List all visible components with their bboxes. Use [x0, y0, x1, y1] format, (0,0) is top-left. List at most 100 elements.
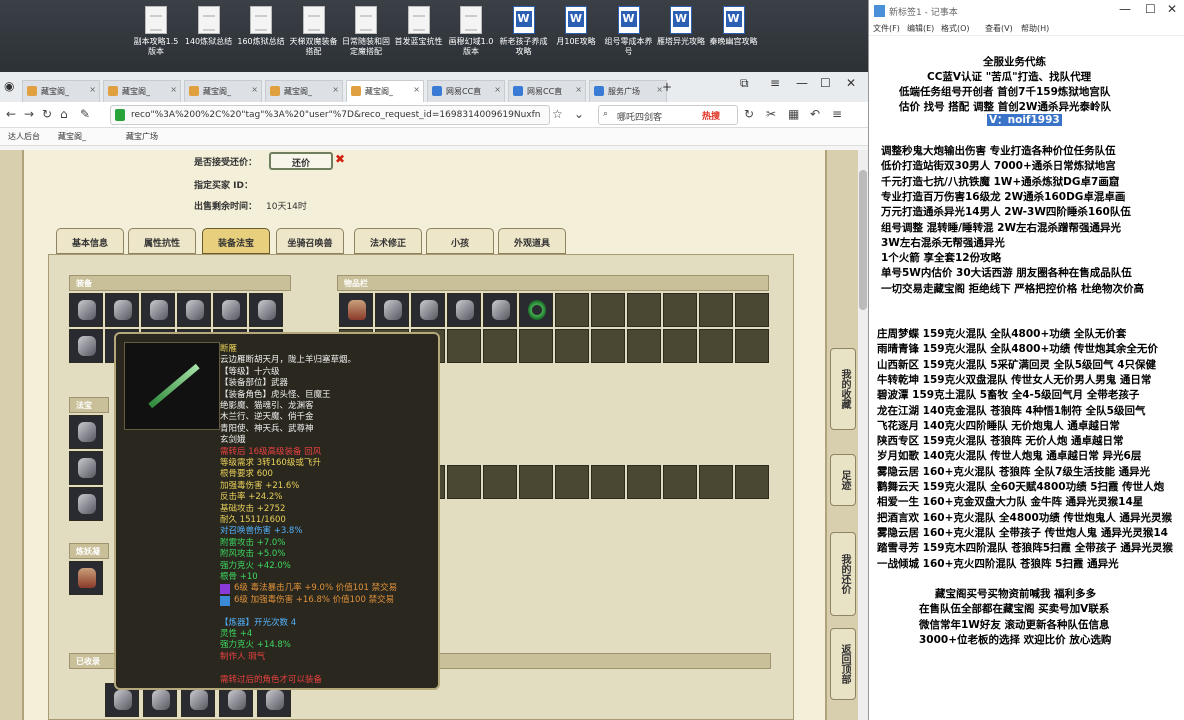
- desktop-icon[interactable]: W 秦晚幽宫攻略: [708, 6, 760, 47]
- browser-tab[interactable]: 网易CC直 ×: [508, 80, 586, 102]
- inventory-slot[interactable]: [483, 465, 517, 499]
- new-tab-icon[interactable]: +: [662, 80, 672, 94]
- inventory-slot[interactable]: [555, 329, 589, 363]
- undo-icon[interactable]: ↶: [810, 107, 820, 121]
- inventory-slot[interactable]: [105, 293, 139, 327]
- bookmark-item[interactable]: 达人后台: [8, 131, 40, 142]
- inventory-slot[interactable]: [519, 293, 553, 327]
- game-tab[interactable]: 法术修正: [354, 228, 422, 254]
- desktop-icon[interactable]: 160炼狱总结: [235, 6, 287, 47]
- game-tab[interactable]: 坐骑召唤兽: [276, 228, 344, 254]
- inventory-slot[interactable]: [447, 293, 481, 327]
- tab-close-icon[interactable]: ×: [89, 85, 96, 94]
- browser-tab[interactable]: 藏宝阁_ ×: [346, 80, 424, 102]
- tab-close-icon[interactable]: ×: [251, 85, 258, 94]
- url-input[interactable]: reco"%3A%200%2C%20"tag"%3A%20"user"%7D&r…: [110, 105, 550, 125]
- inventory-slot[interactable]: [555, 465, 589, 499]
- browser-logo-icon[interactable]: ◉: [4, 79, 14, 93]
- browser-tab[interactable]: 藏宝阁_ ×: [184, 80, 262, 102]
- desktop-icon[interactable]: 首发蓝宝抗性: [393, 6, 445, 47]
- notepad-menu-item[interactable]: 查看(V): [985, 23, 1013, 34]
- inventory-slot[interactable]: [69, 451, 103, 485]
- inventory-slot[interactable]: [69, 561, 103, 595]
- desktop-icon[interactable]: W 雁塔异光攻略: [655, 6, 707, 47]
- browser-tab[interactable]: 服务广场 ×: [589, 80, 667, 102]
- inventory-slot[interactable]: [735, 329, 769, 363]
- inventory-slot[interactable]: [699, 293, 733, 327]
- inventory-slot[interactable]: [69, 415, 103, 449]
- inventory-slot[interactable]: [69, 329, 103, 363]
- window-menu-icon[interactable]: ≡: [770, 76, 780, 90]
- inventory-slot[interactable]: [663, 465, 697, 499]
- inventory-slot[interactable]: [555, 293, 589, 327]
- game-tab[interactable]: 外观道具: [498, 228, 566, 254]
- menu-chevron-icon[interactable]: ⌄: [574, 107, 584, 121]
- notepad-menu-item[interactable]: 编辑(E): [907, 23, 934, 34]
- inventory-slot[interactable]: [627, 465, 661, 499]
- close-icon[interactable]: ✖: [335, 152, 345, 166]
- inventory-slot[interactable]: [447, 329, 481, 363]
- inventory-slot[interactable]: [483, 293, 517, 327]
- desktop-icon[interactable]: W 新老孩子养成攻略: [498, 6, 550, 57]
- bookmark-item[interactable]: 藏宝广场: [126, 131, 158, 142]
- browser-tab[interactable]: 网易CC直 ×: [427, 80, 505, 102]
- page-scrollbar[interactable]: [858, 150, 868, 720]
- scissors-icon[interactable]: ✂: [766, 107, 776, 121]
- forward-icon[interactable]: →: [24, 107, 34, 121]
- side-float-button[interactable]: 我的还价: [830, 532, 856, 616]
- browser-tab[interactable]: 藏宝阁_ ×: [103, 80, 181, 102]
- hot-search-label[interactable]: 热搜: [702, 109, 720, 122]
- inventory-slot[interactable]: [591, 293, 625, 327]
- browser-tab[interactable]: 藏宝阁_ ×: [265, 80, 343, 102]
- inventory-slot[interactable]: [735, 465, 769, 499]
- game-tab[interactable]: 属性抗性: [128, 228, 196, 254]
- notepad-text-area[interactable]: 全服业务代练 CC蓝V认证 "苦瓜"打造、找队代理 低端任务组号开创者 首创7千15…: [869, 44, 1184, 720]
- bookmark-item[interactable]: 藏宝阁_: [58, 131, 86, 142]
- maximize-icon[interactable]: ☐: [1145, 2, 1156, 16]
- inventory-slot[interactable]: [591, 465, 625, 499]
- desktop-icon[interactable]: 天梯双魔装备搭配: [288, 6, 340, 57]
- maximize-icon[interactable]: ☐: [820, 76, 831, 90]
- tab-close-icon[interactable]: ×: [170, 85, 177, 94]
- extension-icon[interactable]: ↻: [744, 107, 754, 121]
- inventory-slot[interactable]: [627, 293, 661, 327]
- tab-close-icon[interactable]: ×: [494, 85, 501, 94]
- tab-list-icon[interactable]: ⧉: [740, 76, 749, 91]
- pin-icon[interactable]: ✎: [80, 107, 90, 121]
- settings-menu-icon[interactable]: ≡: [832, 107, 842, 121]
- inventory-slot[interactable]: [69, 293, 103, 327]
- notepad-menu-item[interactable]: 格式(O): [941, 23, 970, 34]
- inventory-slot[interactable]: [591, 329, 625, 363]
- side-float-button[interactable]: 我的收藏: [830, 348, 856, 430]
- inventory-slot[interactable]: [519, 465, 553, 499]
- minimize-icon[interactable]: —: [796, 76, 808, 90]
- inventory-slot[interactable]: [483, 329, 517, 363]
- tab-close-icon[interactable]: ×: [413, 85, 420, 94]
- inventory-slot[interactable]: [249, 293, 283, 327]
- close-window-icon[interactable]: ✕: [1167, 2, 1177, 16]
- inventory-slot[interactable]: [663, 329, 697, 363]
- inventory-slot[interactable]: [699, 465, 733, 499]
- inventory-slot[interactable]: [411, 293, 445, 327]
- inventory-slot[interactable]: [141, 293, 175, 327]
- browser-tab[interactable]: 藏宝阁_ ×: [22, 80, 100, 102]
- game-tab[interactable]: 装备法宝: [202, 228, 270, 254]
- scrollbar-thumb[interactable]: [859, 170, 867, 310]
- inventory-slot[interactable]: [177, 293, 211, 327]
- desktop-icon[interactable]: W 组号零成本养号: [603, 6, 655, 57]
- desktop-icon[interactable]: W 月10E攻略: [550, 6, 602, 47]
- tab-close-icon[interactable]: ×: [332, 85, 339, 94]
- back-icon[interactable]: ←: [6, 107, 16, 121]
- inventory-slot[interactable]: [627, 329, 661, 363]
- game-tab[interactable]: 小孩: [426, 228, 494, 254]
- desktop-icon[interactable]: 副本攻略1.5版本: [130, 6, 182, 57]
- tab-close-icon[interactable]: ×: [575, 85, 582, 94]
- inventory-slot[interactable]: [663, 293, 697, 327]
- counter-offer-button[interactable]: 还价: [269, 152, 333, 170]
- notepad-menu-item[interactable]: 文件(F): [873, 23, 900, 34]
- desktop-icon[interactable]: 140炼狱总结: [183, 6, 235, 47]
- grid-icon[interactable]: ▦: [788, 107, 799, 121]
- refresh-icon[interactable]: ↻: [42, 107, 52, 121]
- inventory-slot[interactable]: [447, 465, 481, 499]
- inventory-slot[interactable]: [699, 329, 733, 363]
